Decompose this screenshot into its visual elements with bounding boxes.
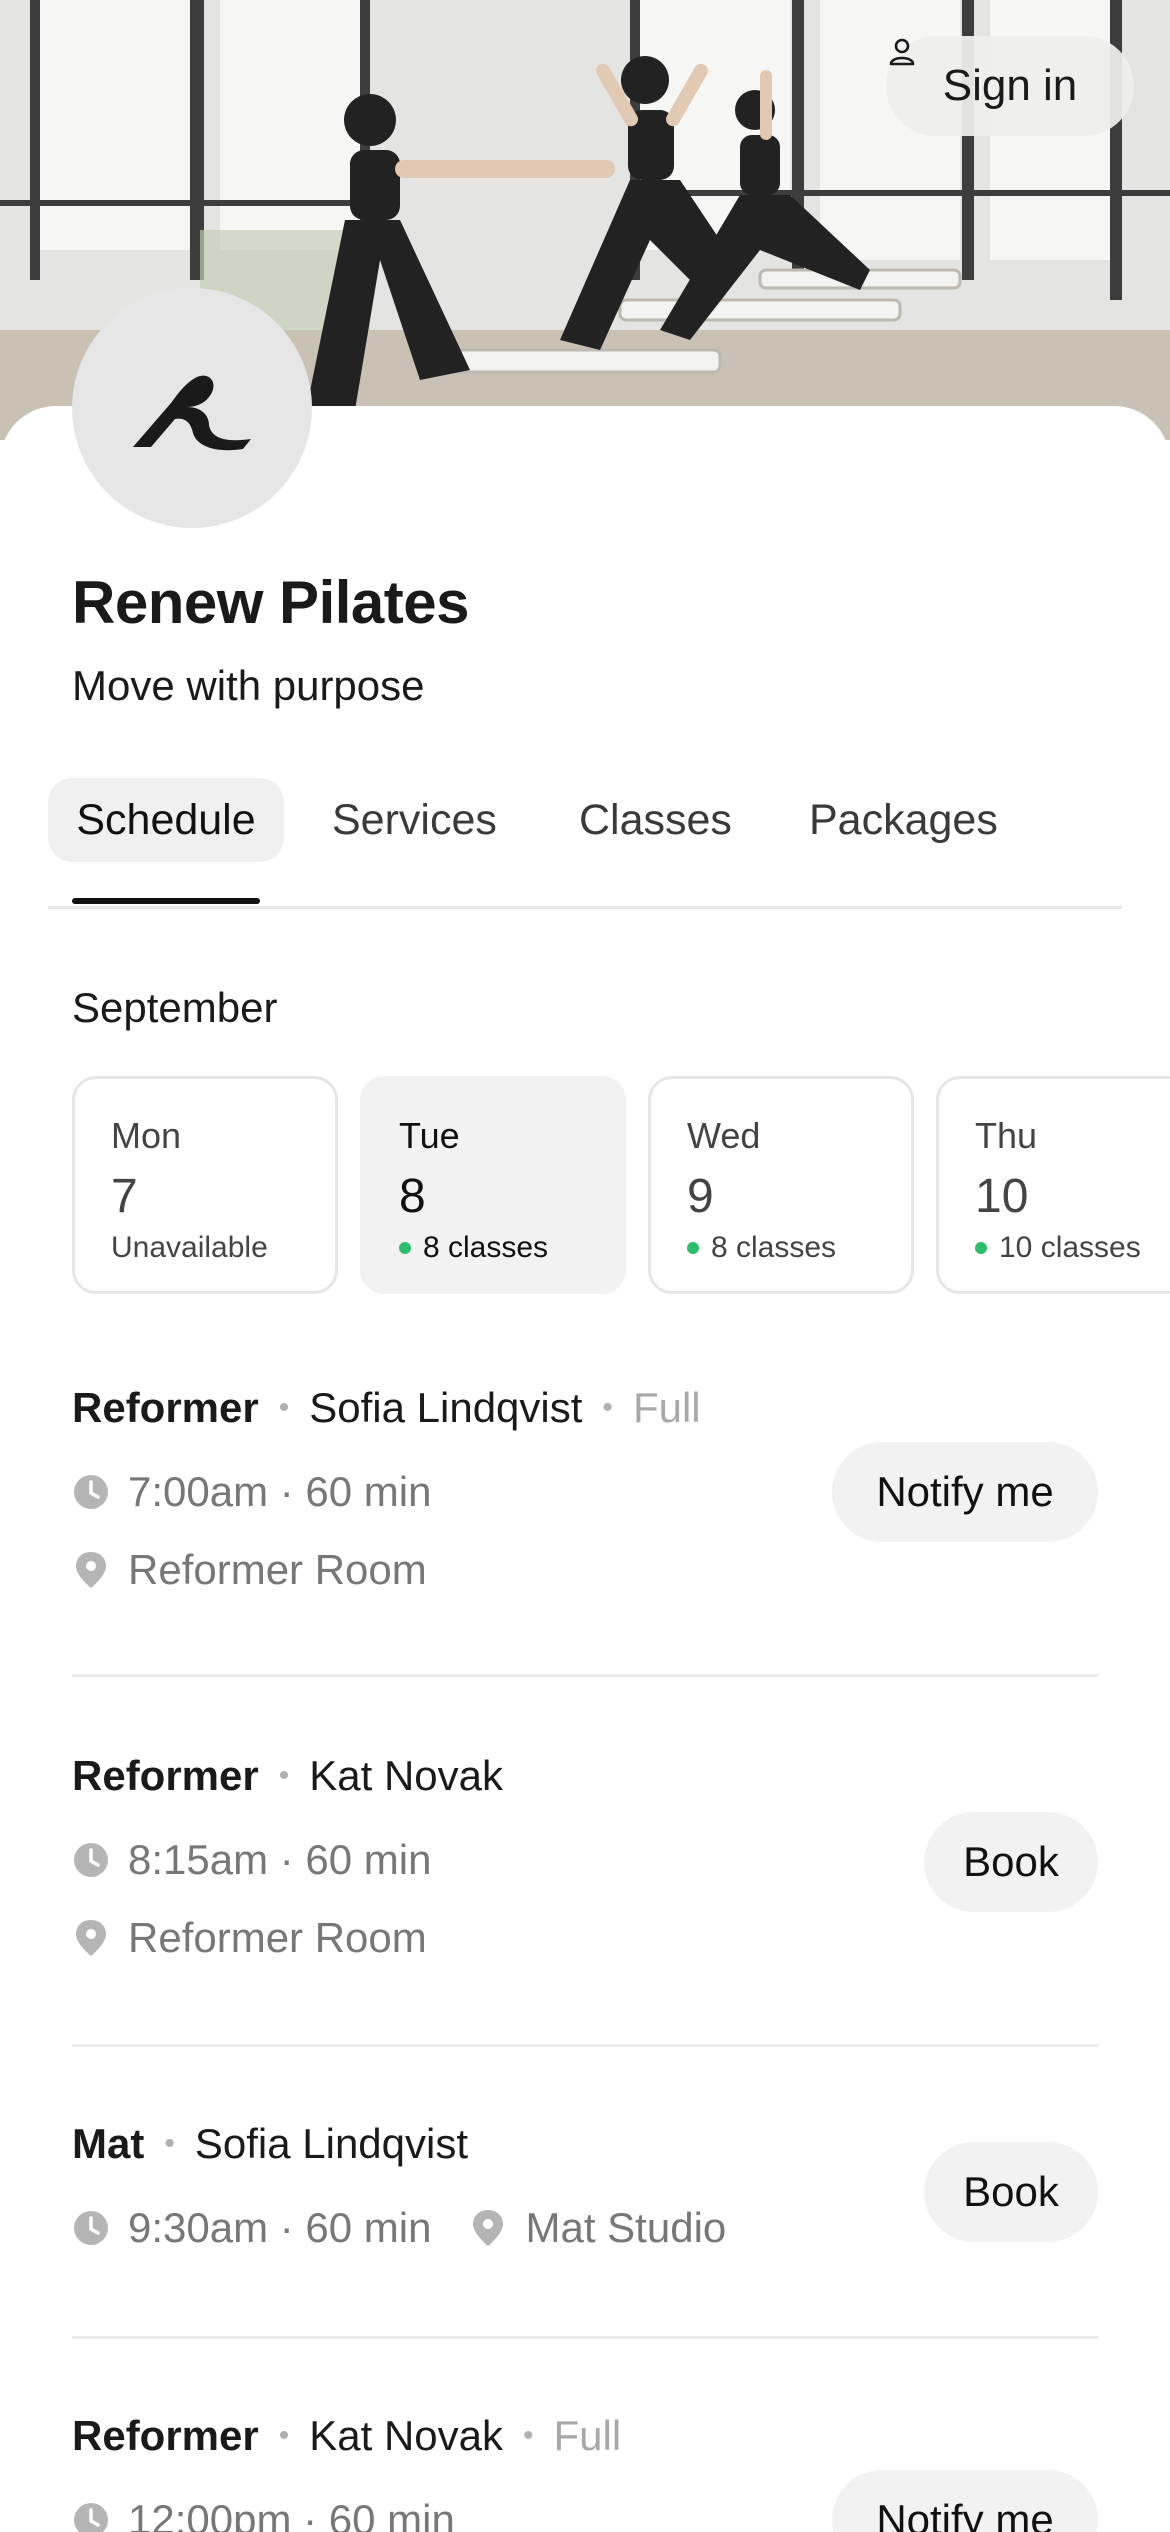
class-location: Reformer Room [72,1914,427,1962]
location-pin-icon [76,1920,106,1956]
day-name: Mon [111,1115,182,1156]
month-label: September [72,984,278,1031]
tab-label: Packages [809,795,998,844]
day-availability: Unavailable [111,1231,268,1265]
class-title: Mat • Sofia Lindqvist [72,2120,468,2168]
day-count: 10 classes [999,1231,1141,1264]
class-instructor: Kat Novak [309,1752,504,1799]
clock-icon [74,2211,108,2245]
day-name: Tue [399,1115,460,1156]
day-date: 10 [975,1170,1029,1223]
location-pin-icon [76,1552,106,1588]
day-picker[interactable]: Mon 7 Unavailable Tue 8 8 classes Wed 9 … [72,1076,1170,1298]
button-label: Book [963,2168,1059,2215]
class-type: Reformer [72,1752,259,1799]
sign-in-label: Sign in [942,61,1078,110]
day-availability: 10 classes [975,1231,1141,1265]
separator-dot: • [602,1391,613,1424]
divider [72,2336,1098,2339]
class-time: 7:00am · 60 min [72,1468,431,1516]
day-date: 8 [399,1170,426,1223]
class-instructor: Sofia Lindqvist [194,2120,469,2167]
tab-packages[interactable]: Packages [809,778,998,862]
class-row: Reformer • Kat Novak 8:15am · 60 min Ref… [72,1752,1098,2052]
class-status: Full [553,2412,622,2459]
studio-tagline: Move with purpose [72,662,425,709]
studio-avatar [72,288,312,528]
clock-icon [74,1475,108,1509]
divider [72,1674,1098,1677]
class-row: Reformer • Kat Novak • Full 12:00pm · 60… [72,2412,1098,2532]
class-time: 8:15am · 60 min [72,1836,431,1884]
class-location-text: Mat Studio [525,2204,727,2251]
button-label: Book [963,1838,1059,1885]
day-date: 7 [111,1170,138,1223]
button-label: Notify me [876,1468,1054,1515]
class-type: Reformer [72,1384,259,1431]
class-time-text: 12:00pm · 60 min [128,2496,455,2532]
notify-me-button[interactable]: Notify me [832,2470,1098,2532]
class-location: Reformer Room [72,1546,427,1594]
separator-dot: • [278,2419,290,2452]
day-count: 8 classes [711,1231,837,1264]
class-time: 12:00pm · 60 min [72,2496,455,2532]
studio-name: Renew Pilates [72,569,470,636]
class-title: Reformer • Kat Novak • Full [72,2412,621,2460]
tab-classes[interactable]: Classes [579,778,732,862]
availability-dot-icon [399,1242,411,1254]
day-card-thu[interactable]: Thu 10 10 classes [936,1076,1170,1294]
tab-label: Schedule [76,795,256,844]
day-count: 8 classes [423,1231,549,1264]
availability-dot-icon [975,1242,987,1254]
day-count: Unavailable [111,1231,268,1264]
separator-dot: • [278,1391,290,1424]
clock-icon [74,2503,108,2532]
book-button[interactable]: Book [924,1812,1098,1912]
day-name: Thu [975,1115,1038,1156]
tab-services[interactable]: Services [332,778,497,862]
separator-dot: • [523,2419,534,2452]
day-card-mon[interactable]: Mon 7 Unavailable [72,1076,338,1294]
day-card-tue[interactable]: Tue 8 8 classes [360,1076,626,1294]
class-type: Reformer [72,2412,259,2459]
class-title: Reformer • Sofia Lindqvist • Full [72,1384,701,1432]
class-row: Reformer • Sofia Lindqvist • Full 7:00am… [72,1384,1098,1684]
class-title: Reformer • Kat Novak [72,1752,503,1800]
day-date: 9 [687,1170,714,1223]
notify-me-button[interactable]: Notify me [832,1442,1098,1542]
tab-label: Services [332,795,497,844]
class-location-text: Reformer Room [128,1546,427,1593]
separator-dot: • [164,2127,175,2160]
location-pin-icon [473,2210,504,2246]
class-time-text: 7:00am · 60 min [128,1468,432,1515]
day-availability: 8 classes [687,1231,836,1265]
tab-label: Classes [579,795,732,844]
day-availability: 8 classes [399,1231,548,1265]
user-icon [889,38,915,66]
class-instructor: Sofia Lindqvist [309,1384,583,1431]
class-time-text: 9:30am · 60 min [128,2204,432,2251]
day-card-wed[interactable]: Wed 9 8 classes [648,1076,914,1294]
class-row: Mat • Sofia Lindqvist 9:30am · 60 min Ma… [72,2120,1098,2350]
class-type: Mat [72,2120,145,2167]
book-button[interactable]: Book [924,2142,1098,2242]
tab-schedule[interactable]: Schedule [48,778,284,862]
tab-bar: Schedule Services Classes Packages [48,778,1122,909]
active-tab-indicator [72,898,260,904]
clock-icon [74,1843,108,1877]
availability-dot-icon [687,1242,699,1254]
class-time-and-location: 9:30am · 60 min Mat Studio [72,2204,726,2252]
divider [72,2044,1098,2047]
class-status: Full [632,1384,701,1431]
button-label: Notify me [876,2496,1054,2532]
renew-logo-icon [133,375,251,451]
separator-dot: • [278,1759,290,1792]
class-location-text: Reformer Room [128,1914,427,1961]
sign-in-button[interactable]: Sign in [886,36,1134,136]
day-name: Wed [687,1115,761,1156]
class-time-text: 8:15am · 60 min [128,1836,432,1883]
class-instructor: Kat Novak [309,2412,504,2459]
